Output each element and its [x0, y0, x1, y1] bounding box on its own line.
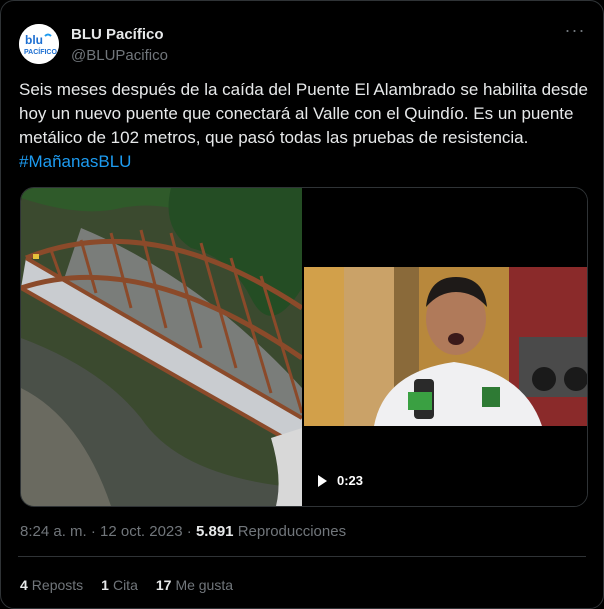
author-name[interactable]: BLU Pacífico: [71, 26, 168, 44]
reposts-stat[interactable]: 4 Reposts: [20, 577, 83, 594]
hashtag-link[interactable]: #MañanasBLU: [19, 152, 131, 171]
tweet-card: blu PACÍFICO BLU Pacífico @BLUPacifico ·…: [0, 0, 604, 609]
divider: [18, 556, 586, 557]
reposts-label: Reposts: [31, 577, 84, 593]
video-duration: 0:23: [337, 473, 364, 488]
tweet-date[interactable]: 12 oct. 2023: [100, 523, 183, 540]
likes-label: Me gusta: [175, 577, 234, 593]
tweet-meta: 8:24 a. m. · 12 oct. 2023 · 5.891 Reprod…: [20, 523, 346, 541]
more-options-icon[interactable]: ···: [563, 21, 587, 43]
author-avatar[interactable]: blu PACÍFICO: [19, 24, 59, 64]
tweet-time[interactable]: 8:24 a. m.: [20, 523, 87, 540]
video-thumbnail[interactable]: [304, 267, 587, 426]
author-handle[interactable]: @BLUPacifico: [71, 47, 168, 65]
blu-pacifico-logo-icon: blu PACÍFICO: [19, 24, 59, 64]
quotes-stat[interactable]: 1 Cita: [101, 577, 138, 594]
media-container: 0:23: [20, 187, 588, 507]
video-player[interactable]: 0:23: [304, 188, 587, 506]
tweet-body: Seis meses después de la caída del Puent…: [19, 80, 588, 147]
views-label: Reproducciones: [237, 523, 347, 540]
svg-text:blu: blu: [25, 33, 43, 47]
author-block: BLU Pacífico @BLUPacifico: [71, 26, 168, 65]
quotes-label: Cita: [112, 577, 138, 593]
likes-stat[interactable]: 17 Me gusta: [156, 577, 233, 594]
engagement-stats: 4 Reposts 1 Cita 17 Me gusta: [20, 577, 233, 594]
likes-count: 17: [155, 577, 172, 593]
meta-separator: ·: [186, 523, 192, 540]
bridge-photo[interactable]: [21, 188, 302, 506]
quotes-count: 1: [101, 577, 109, 593]
views-count: 5.891: [195, 523, 234, 540]
play-icon[interactable]: [318, 474, 327, 487]
tweet-text: Seis meses después de la caída del Puent…: [19, 78, 589, 174]
video-controls: 0:23: [318, 473, 363, 488]
meta-separator: ·: [90, 523, 96, 540]
reposts-count: 4: [20, 577, 28, 593]
svg-text:PACÍFICO: PACÍFICO: [24, 47, 57, 56]
